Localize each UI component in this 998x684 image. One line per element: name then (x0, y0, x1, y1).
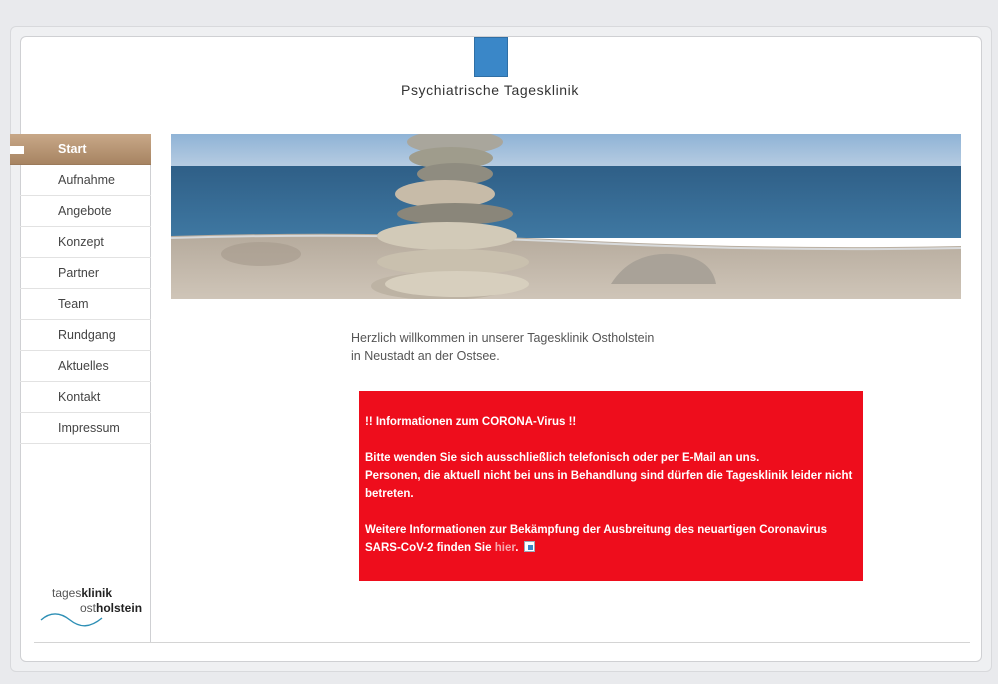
nav-item-partner[interactable]: Partner (20, 258, 151, 289)
nav-item-angebote[interactable]: Angebote (20, 196, 151, 227)
logo-mark[interactable] (474, 37, 508, 77)
nav-item-label: Kontakt (58, 390, 101, 404)
nav-item-aktuelles[interactable]: Aktuelles (20, 351, 151, 382)
notice-paragraph-3-text: Weitere Informationen zur Bekämpfung der… (365, 524, 827, 554)
welcome-line-2: in Neustadt an der Ostsee. (351, 349, 500, 363)
notice-period: . (515, 542, 519, 554)
welcome-line-1: Herzlich willkommen in unserer Tagesklin… (351, 331, 655, 345)
corona-notice-box: !! Informationen zum CORONA-Virus !! Bit… (359, 391, 863, 581)
site-title: Psychiatrische Tagesklinik (401, 82, 579, 98)
hero-banner-image (171, 134, 961, 299)
sidebar-nav: Start Aufnahme Angebote Konzept Partner … (10, 134, 151, 642)
info-link[interactable]: hier (495, 542, 515, 554)
footer-divider (34, 642, 970, 643)
nav-item-label: Start (58, 142, 87, 156)
nav-item-label: Rundgang (58, 328, 116, 342)
brand-text-bold: klinik (81, 586, 113, 600)
welcome-text: Herzlich willkommen in unserer Tagesklin… (351, 329, 751, 365)
notice-paragraph-1: Bitte wenden Sie sich ausschließlich tel… (365, 452, 760, 464)
notice-title: !! Informationen zum CORONA-Virus !! (365, 416, 577, 428)
nav-item-label: Partner (58, 266, 99, 280)
nav-item-label: Team (58, 297, 89, 311)
nav-item-label: Impressum (58, 421, 120, 435)
nav-item-rundgang[interactable]: Rundgang (20, 320, 151, 351)
nav-item-konzept[interactable]: Konzept (20, 227, 151, 258)
nav-item-kontakt[interactable]: Kontakt (20, 382, 151, 413)
active-marker-icon (10, 146, 24, 154)
brand-text-light: tages (52, 586, 82, 600)
nav-item-label: Aufnahme (58, 173, 115, 187)
external-link-icon[interactable] (523, 541, 535, 552)
nav-item-impressum[interactable]: Impressum (20, 413, 151, 444)
nav-item-label: Angebote (58, 204, 112, 218)
notice-paragraph-3: Weitere Informationen zur Bekämpfung der… (365, 521, 857, 557)
nav-item-aufnahme[interactable]: Aufnahme (20, 165, 151, 196)
nav-item-start[interactable]: Start (10, 134, 151, 165)
nav-item-team[interactable]: Team (20, 289, 151, 320)
notice-paragraph-2: Personen, die aktuell nicht bei uns in B… (365, 470, 853, 500)
nav-item-label: Aktuelles (58, 359, 109, 373)
nav-item-label: Konzept (58, 235, 104, 249)
wave-icon (40, 613, 103, 627)
brand-line-1: tagesklinik (52, 586, 112, 600)
